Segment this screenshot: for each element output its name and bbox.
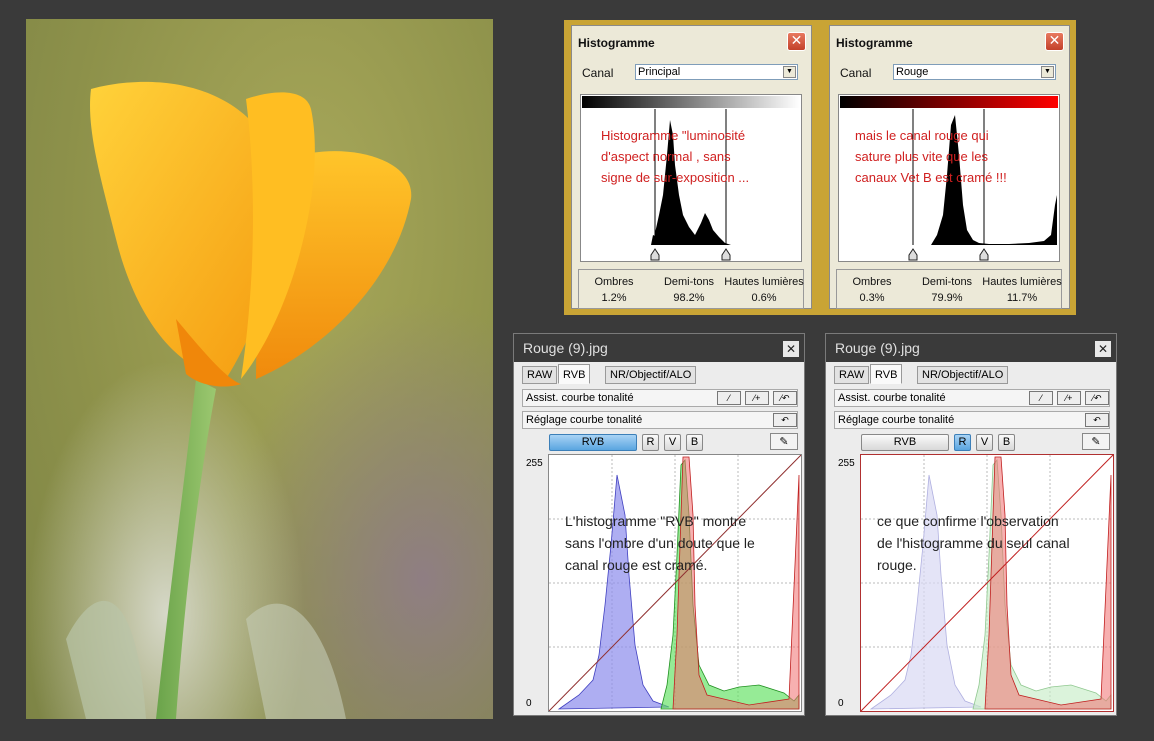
window-title: Rouge (9).jpg [514,334,804,362]
close-icon[interactable]: ✕ [783,341,799,357]
assist-courbe-row: Assist. courbe tonalité ⁄ ⁄+ ⁄↶ [522,389,798,407]
reset-icon[interactable]: ↶ [773,413,797,427]
assist-courbe-row: Assist. courbe tonalité ⁄ ⁄+ ⁄↶ [834,389,1110,407]
assist-label: Assist. courbe tonalité [838,392,946,404]
tab-raw[interactable]: RAW [834,366,870,384]
canal-label: Canal [840,66,872,80]
stat-value: 0.3% [859,292,885,304]
channel-r-button[interactable]: R [954,434,971,451]
window-title: Histogramme [830,26,1069,54]
curve-linear-icon[interactable]: ⁄ [717,391,741,405]
chevron-down-icon[interactable]: ▼ [1041,66,1054,78]
chevron-down-icon[interactable]: ▼ [783,66,796,78]
tab-nr-objectif-alo[interactable]: NR/Objectif/ALO [605,366,697,384]
reglage-label: Réglage courbe tonalité [526,414,643,426]
curve-linear-icon[interactable]: ⁄ [1029,391,1053,405]
window-title: Histogramme [572,26,811,54]
histogram-window-principal: Histogramme ✕ Canal Principal ▼ Histogra… [571,25,812,309]
channel-b-button[interactable]: B [686,434,703,451]
close-icon[interactable]: ✕ [787,32,806,51]
stat-label: Ombres [852,276,892,288]
channel-v-button[interactable]: V [976,434,993,451]
stat-ombres: Ombres 1.2% [579,276,649,304]
tab-raw[interactable]: RAW [522,366,558,384]
tab-rvb[interactable]: RVB [558,364,591,384]
curve-add-icon[interactable]: ⁄+ [1057,391,1081,405]
canal-select-value: Rouge [896,66,929,78]
stat-label: Demi-tons [663,276,715,288]
reglage-courbe-row: Réglage courbe tonalité ↶ [834,411,1110,429]
histogram-graph: Histogramme "luminosité d'aspect normal … [580,94,802,262]
axis-max-label: 255 [838,458,855,469]
stat-value: 0.6% [751,292,777,304]
channel-rvb-button[interactable]: RVB [549,434,637,451]
curve-window-rvb: Rouge (9).jpg ✕ RAW RVB NR/Objectif/ALO … [513,333,805,716]
reglage-label: Réglage courbe tonalité [838,414,955,426]
canal-select[interactable]: Rouge ▼ [893,64,1056,80]
histogram-graph: mais le canal rouge qui sature plus vite… [838,94,1060,262]
tab-rvb[interactable]: RVB [870,364,903,384]
reglage-courbe-row: Réglage courbe tonalité ↶ [522,411,798,429]
close-icon[interactable]: ✕ [1095,341,1111,357]
stat-demi-tons: Demi-tons 98.2% [654,276,724,304]
canal-select-value: Principal [638,66,681,78]
axis-max-label: 255 [526,458,543,469]
canal-select[interactable]: Principal ▼ [635,64,798,80]
curve-annotation: L'histogramme "RVB" montre sans l'ombre … [565,513,755,573]
window-title: Rouge (9).jpg [826,334,1116,362]
curve-window-r: Rouge (9).jpg ✕ RAW RVB NR/Objectif/ALO … [825,333,1117,716]
axis-min-label: 0 [526,698,532,709]
assist-label: Assist. courbe tonalité [526,392,634,404]
channel-r-button[interactable]: R [642,434,659,451]
stat-label: Hautes lumières [982,276,1062,288]
stat-value: 11.7% [1006,292,1038,304]
eyedropper-icon[interactable]: ✎ [1082,433,1110,450]
stat-value: 79.9% [931,292,963,304]
eyedropper-icon[interactable]: ✎ [770,433,798,450]
tone-curve-graph[interactable]: ce que confirme l'observation de l'histo… [860,454,1114,712]
channel-v-button[interactable]: V [664,434,681,451]
stat-label: Demi-tons [921,276,973,288]
stat-demi-tons: Demi-tons 79.9% [912,276,982,304]
canal-label: Canal [582,66,614,80]
reset-icon[interactable]: ↶ [1085,413,1109,427]
curve-auto-icon[interactable]: ⁄↶ [1085,391,1109,405]
stat-label: Ombres [594,276,634,288]
axis-min-label: 0 [838,698,844,709]
stat-ombres: Ombres 0.3% [837,276,907,304]
stat-hautes-lumieres: Hautes lumières 11.7% [982,276,1062,304]
flower-photo [26,19,493,719]
histogram-stats: Ombres 1.2% Demi-tons 98.2% Hautes lumiè… [578,269,804,309]
tab-nr-objectif-alo[interactable]: NR/Objectif/ALO [917,366,1009,384]
stat-value: 1.2% [601,292,627,304]
close-icon[interactable]: ✕ [1045,32,1064,51]
curve-add-icon[interactable]: ⁄+ [745,391,769,405]
histogram-stats: Ombres 0.3% Demi-tons 79.9% Hautes lumiè… [836,269,1062,309]
channel-b-button[interactable]: B [998,434,1015,451]
stat-value: 98.2% [673,292,705,304]
stat-hautes-lumieres: Hautes lumières 0.6% [724,276,804,304]
channel-rvb-button[interactable]: RVB [861,434,949,451]
histogram-window-rouge: Histogramme ✕ Canal Rouge ▼ mais le cana… [829,25,1070,309]
stat-label: Hautes lumières [724,276,804,288]
histogram-annotation: mais le canal rouge qui sature plus vite… [855,128,1007,185]
tone-curve-graph[interactable]: L'histogramme "RVB" montre sans l'ombre … [548,454,802,712]
histogram-annotation: Histogramme "luminosité d'aspect normal … [601,128,750,185]
histogram-panel: Histogramme ✕ Canal Principal ▼ Histogra… [564,20,1076,315]
curve-auto-icon[interactable]: ⁄↶ [773,391,797,405]
curve-annotation: ce que confirme l'observation de l'histo… [877,513,1070,573]
